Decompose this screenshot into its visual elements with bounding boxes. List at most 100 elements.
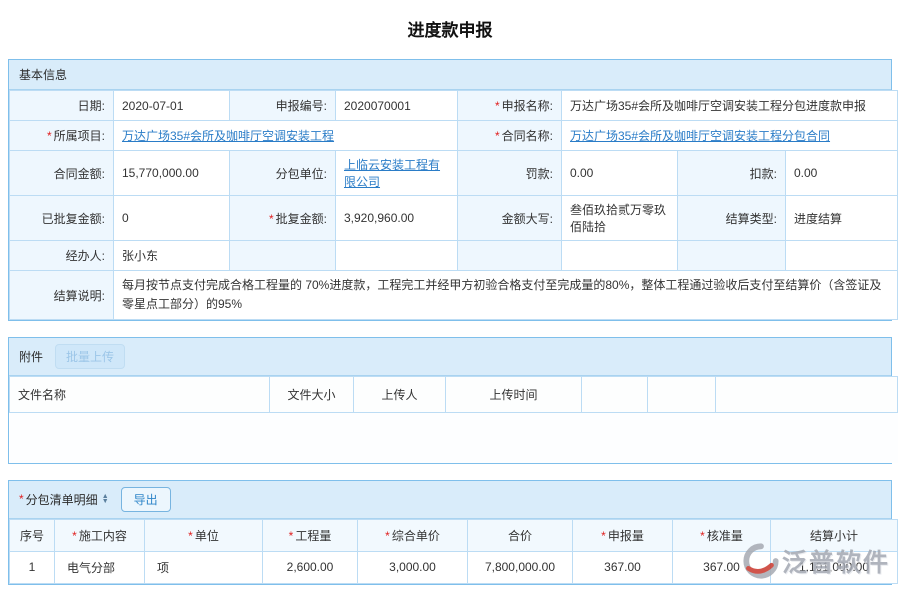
decl-name-label: *申报名称: (458, 91, 562, 121)
settle-type-label: 结算类型: (678, 196, 786, 241)
col-quantity-text: 工程量 (295, 529, 331, 543)
decl-no-value: 2020070001 (336, 91, 458, 121)
attachments-empty-row (10, 413, 898, 463)
project-link[interactable]: 万达广场35#会所及咖啡厅空调安装工程 (122, 129, 334, 143)
col-empty (716, 377, 898, 413)
subunit-label: 分包单位: (230, 151, 336, 196)
cell-unit: 项 (145, 551, 263, 583)
col-empty (648, 377, 716, 413)
cell-approved-qty: 367.00 (673, 551, 771, 583)
col-seq-text: 序号 (20, 529, 44, 543)
col-uploader: 上传人 (354, 377, 446, 413)
words-label-text: 金额大写: (502, 212, 553, 226)
settle-type-value: 进度结算 (786, 196, 898, 241)
decl-name-value: 万达广场35#会所及咖啡厅空调安装工程分包进度款申报 (562, 91, 898, 121)
col-unit-price: *综合单价 (358, 519, 468, 551)
basic-row-1: 日期: 2020-07-01 申报编号: 2020070001 *申报名称: 万… (10, 91, 898, 121)
required-asterisk: * (495, 129, 500, 143)
col-total-price: 合价 (468, 519, 573, 551)
penalty-value: 0.00 (562, 151, 678, 196)
attachments-empty-area (10, 413, 898, 463)
required-asterisk: * (700, 529, 705, 543)
operator-label: 经办人: (10, 241, 114, 271)
contract-amount-value: 15,770,000.00 (114, 151, 230, 196)
required-asterisk: * (188, 529, 193, 543)
penalty-label-text: 罚款: (526, 167, 553, 181)
words-value: 叁佰玖拾贰万零玖佰陆拾 (562, 196, 678, 241)
contract-name-label: *合同名称: (458, 121, 562, 151)
project-label-text: 所属项目: (54, 129, 105, 143)
basic-info-title: 基本信息 (19, 66, 67, 83)
cell-quantity: 2,600.00 (263, 551, 358, 583)
basic-info-table: 日期: 2020-07-01 申报编号: 2020070001 *申报名称: 万… (9, 90, 898, 320)
col-file-size: 文件大小 (270, 377, 354, 413)
basic-row-2: * 所属项目: 万达广场35#会所及咖啡厅空调安装工程 *合同名称: 万达广场35… (10, 121, 898, 151)
contract-amount-label-text: 合同金额: (54, 167, 105, 181)
empty-label-cell (458, 241, 562, 271)
col-upload-time: 上传时间 (446, 377, 582, 413)
basic-info-header-bar: 基本信息 (9, 60, 891, 90)
required-asterisk: * (72, 529, 77, 543)
attachments-header-row: 文件名称 文件大小 上传人 上传时间 (10, 377, 898, 413)
cell-declared-qty: 367.00 (573, 551, 673, 583)
date-value: 2020-07-01 (114, 91, 230, 121)
sort-down-arrow: ▼ (102, 499, 109, 504)
cell-unit-price: 3,000.00 (358, 551, 468, 583)
note-label-text: 结算说明: (54, 289, 105, 303)
empty-label-cell (678, 241, 786, 271)
col-unit-text: 单位 (195, 529, 219, 543)
col-declared-qty: *申报量 (573, 519, 673, 551)
contract-amount-label: 合同金额: (10, 151, 114, 196)
decl-no-label-text: 申报编号: (276, 99, 327, 113)
detail-data-row: 1 电气分部 项 2,600.00 3,000.00 7,800,000.00 … (10, 551, 898, 583)
attachments-table: 文件名称 文件大小 上传人 上传时间 (9, 376, 898, 463)
cell-work-content: 电气分部 (55, 551, 145, 583)
basic-row-6: 结算说明: 每月按节点支付完成合格工程量的 70%进度款，工程完工并经甲方初验合… (10, 271, 898, 320)
col-approved-qty-text: 核准量 (707, 529, 743, 543)
required-asterisk: * (385, 529, 390, 543)
col-seq: 序号 (10, 519, 55, 551)
sort-icon[interactable]: ▲ ▼ (102, 494, 109, 505)
subunit-label-text: 分包单位: (276, 167, 327, 181)
empty-value-cell (786, 241, 898, 271)
subunit-value-cell: 上临云安装工程有限公司 (336, 151, 458, 196)
col-total-price-text: 合价 (508, 529, 532, 543)
basic-row-5: 经办人: 张小东 (10, 241, 898, 271)
contract-name-label-text: 合同名称: (502, 129, 553, 143)
col-file-name: 文件名称 (10, 377, 270, 413)
approved-label-text: 批复金额: (276, 212, 327, 226)
contract-name-value-cell: 万达广场35#会所及咖啡厅空调安装工程分包合同 (562, 121, 898, 151)
settle-type-label-text: 结算类型: (726, 212, 777, 226)
col-work-content-text: 施工内容 (79, 529, 127, 543)
required-asterisk: * (601, 529, 606, 543)
required-asterisk: * (19, 492, 24, 506)
penalty-label: 罚款: (458, 151, 562, 196)
words-label: 金额大写: (458, 196, 562, 241)
approved-value: 3,920,960.00 (336, 196, 458, 241)
basic-row-4: 已批复金额: 0 *批复金额: 3,920,960.00 金额大写: 叁佰玖拾贰… (10, 196, 898, 241)
empty-value-cell (562, 241, 678, 271)
col-declared-qty-text: 申报量 (608, 529, 644, 543)
deduct-label: 扣款: (678, 151, 786, 196)
page: 进度款申报 基本信息 日期: 2020-07-01 申报编号: 20200700… (0, 0, 900, 600)
approved-prev-label: 已批复金额: (10, 196, 114, 241)
required-asterisk: * (269, 212, 274, 226)
detail-header-row: 序号 *施工内容 *单位 *工程量 *综合单价 合价 *申报量 *核准量 结算小… (10, 519, 898, 551)
col-work-content: *施工内容 (55, 519, 145, 551)
subunit-link[interactable]: 上临云安装工程有限公司 (344, 158, 440, 189)
date-label: 日期: (10, 91, 114, 121)
basic-row-3: 合同金额: 15,770,000.00 分包单位: 上临云安装工程有限公司 罚款… (10, 151, 898, 196)
decl-no-label: 申报编号: (230, 91, 336, 121)
col-empty (582, 377, 648, 413)
batch-upload-button[interactable]: 批量上传 (55, 344, 125, 369)
export-button[interactable]: 导出 (121, 487, 171, 512)
col-unit-price-text: 综合单价 (392, 529, 440, 543)
deduct-value: 0.00 (786, 151, 898, 196)
cell-total-price: 7,800,000.00 (468, 551, 573, 583)
detail-header-bar: * 分包清单明细 ▲ ▼ 导出 (9, 481, 891, 519)
col-settle-subtotal-text: 结算小计 (810, 529, 858, 543)
approved-prev-label-text: 已批复金额: (42, 212, 105, 226)
required-asterisk: * (289, 529, 294, 543)
contract-link[interactable]: 万达广场35#会所及咖啡厅空调安装工程分包合同 (570, 129, 830, 143)
col-quantity: *工程量 (263, 519, 358, 551)
